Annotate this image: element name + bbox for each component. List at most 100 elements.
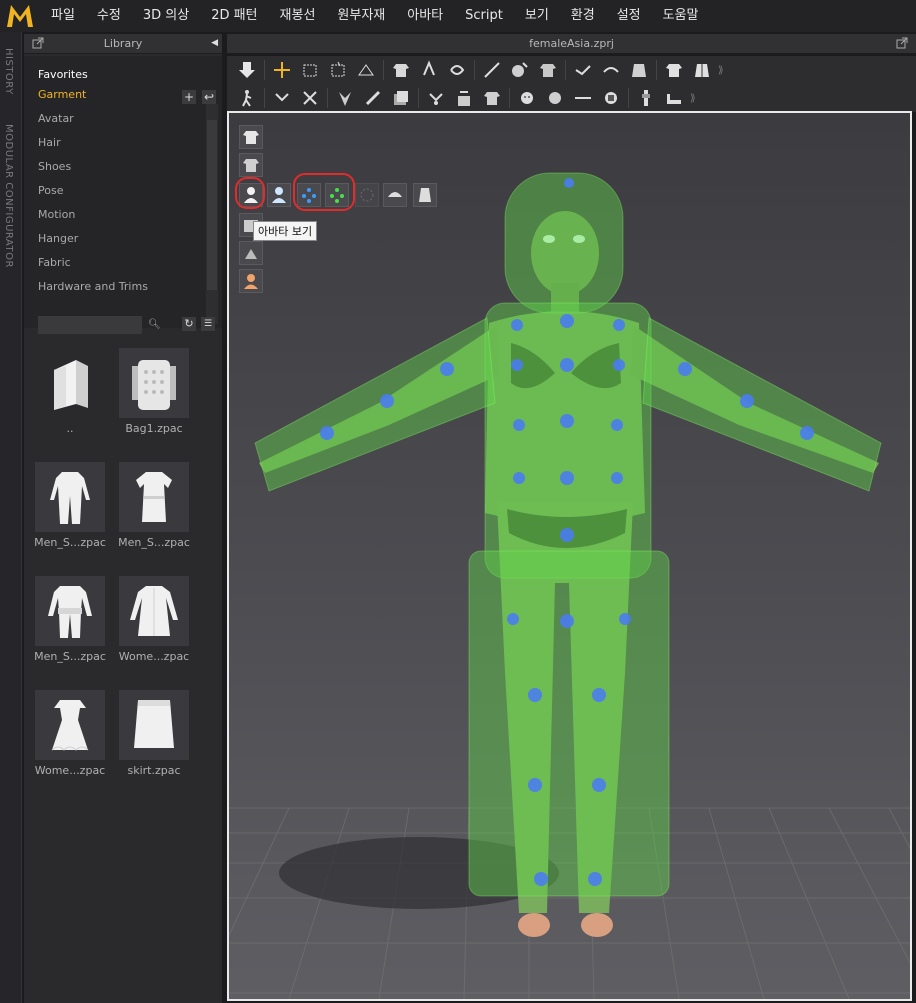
button-tool-button[interactable] — [513, 86, 541, 110]
library-file-item[interactable]: Men_S...zpac — [30, 576, 110, 663]
menu-file[interactable]: 파일 — [40, 0, 86, 32]
add-favorite-button[interactable]: + — [182, 90, 196, 104]
show-garment-button[interactable] — [239, 125, 263, 149]
menu-edit[interactable]: 수정 — [86, 0, 132, 32]
show-avatar-measure-button[interactable] — [413, 183, 437, 207]
tack-tool-button[interactable] — [443, 58, 471, 82]
lib-item-favorites[interactable]: Favorites — [38, 68, 88, 81]
garment-view-button[interactable] — [660, 58, 688, 82]
collapse-left-icon[interactable]: ◀ — [211, 38, 218, 48]
free-sewing-button[interactable] — [597, 58, 625, 82]
arrangement-button[interactable] — [506, 58, 534, 82]
scrollbar-thumb[interactable] — [207, 120, 217, 290]
file-label: .. — [66, 422, 74, 435]
menu-script[interactable]: Script — [454, 0, 514, 32]
garment-render-mode-button[interactable] — [239, 153, 263, 177]
library-file-item[interactable]: skirt.zpac — [114, 690, 194, 777]
toolbar-row-1: ⟫ — [227, 56, 916, 84]
refresh-button[interactable]: ↻ — [182, 317, 196, 331]
lib-item-garment[interactable]: Garment — [38, 88, 86, 101]
list-view-button[interactable]: ☰ — [201, 317, 215, 331]
lib-item-avatar[interactable]: Avatar — [38, 112, 74, 125]
library-file-item[interactable]: Wome...zpac — [30, 690, 110, 777]
tape-button[interactable] — [660, 86, 688, 110]
lib-item-motion[interactable]: Motion — [38, 208, 75, 221]
back-button[interactable]: ↩ — [202, 90, 216, 104]
menu-2d-pattern[interactable]: 2D 패턴 — [200, 0, 268, 32]
buttonhole-button[interactable] — [541, 86, 569, 110]
topstitch-icon — [575, 97, 591, 99]
library-file-item[interactable]: .. — [30, 348, 110, 435]
toolbar-divider — [628, 88, 629, 108]
search-icon[interactable]: 🔍︎ — [148, 319, 161, 330]
free-sewing-icon — [603, 67, 619, 73]
show-skeleton-button[interactable] — [355, 183, 379, 207]
pleat-button[interactable] — [625, 58, 653, 82]
lasso-select-button[interactable] — [324, 58, 352, 82]
avatar-view-tooltip: 아바타 보기 — [253, 221, 318, 241]
3d-scene[interactable] — [229, 113, 910, 999]
menu-preferences[interactable]: 환경 — [560, 0, 606, 32]
popout-icon[interactable] — [32, 37, 44, 49]
avatar-surface-button[interactable] — [267, 183, 291, 207]
library-file-item[interactable]: Bag1.zpac — [114, 348, 194, 435]
avatar-xray-button[interactable] — [239, 241, 263, 265]
snap-icon — [605, 92, 617, 104]
toolbar-divider — [474, 60, 475, 80]
popout-icon[interactable] — [896, 37, 908, 49]
tape-icon — [667, 94, 681, 104]
box-select-button[interactable] — [296, 58, 324, 82]
pleat-icon — [632, 64, 646, 77]
menu-help[interactable]: 도움말 — [652, 0, 710, 32]
avatar-pose-button[interactable] — [233, 86, 261, 110]
pin-tool-button[interactable] — [415, 58, 443, 82]
segment-tool-button[interactable] — [569, 58, 597, 82]
fold-tool-button[interactable] — [352, 58, 380, 82]
app-logo[interactable] — [0, 0, 40, 32]
avatar-skin-button[interactable] — [239, 269, 263, 293]
strengthen-button[interactable] — [359, 86, 387, 110]
menu-view[interactable]: 보기 — [514, 0, 560, 32]
library-title: Library — [103, 37, 143, 50]
garment-mirror-button[interactable] — [688, 58, 716, 82]
modular-configurator-tab[interactable]: MODULAR CONFIGURATOR — [3, 124, 14, 268]
trim-icon — [484, 92, 500, 105]
show-shoes-button[interactable] — [383, 183, 407, 207]
skeleton-icon — [360, 188, 374, 202]
menu-3d-garment[interactable]: 3D 의상 — [132, 0, 200, 32]
library-search-input[interactable] — [38, 316, 142, 334]
measure-tool-button[interactable] — [478, 58, 506, 82]
texture-tool-button[interactable] — [422, 86, 450, 110]
lib-item-hanger[interactable]: Hanger — [38, 232, 78, 245]
graphic-tool-button[interactable] — [450, 86, 478, 110]
snap-button[interactable] — [597, 86, 625, 110]
toolbar-overflow-icon[interactable]: ⟫ — [690, 93, 696, 104]
layer-button[interactable] — [387, 86, 415, 110]
lib-item-pose[interactable]: Pose — [38, 184, 63, 197]
menu-avatar[interactable]: 아바타 — [396, 0, 454, 32]
toolbar-overflow-icon[interactable]: ⟫ — [718, 65, 724, 76]
edit-sewing-button[interactable] — [268, 86, 296, 110]
garment-select-button[interactable] — [387, 58, 415, 82]
cut-tool-button[interactable] — [296, 86, 324, 110]
history-tab[interactable]: HISTORY — [3, 48, 14, 95]
simulate-button[interactable] — [233, 58, 261, 82]
library-file-item[interactable]: Men_S...zpac — [30, 462, 110, 549]
menu-sewing[interactable]: 재봉선 — [269, 0, 327, 32]
lib-item-hair[interactable]: Hair — [38, 136, 61, 149]
3d-viewport[interactable]: 아바타 보기 — [227, 111, 912, 1001]
library-scrollbar[interactable] — [206, 104, 218, 324]
move-tool-button[interactable] — [268, 58, 296, 82]
trim-tool-button[interactable] — [478, 86, 506, 110]
zipper-button[interactable] — [632, 86, 660, 110]
fold-arrange-button[interactable] — [331, 86, 359, 110]
lib-item-shoes[interactable]: Shoes — [38, 160, 71, 173]
menu-materials[interactable]: 원부자재 — [326, 0, 396, 32]
topstitch-button[interactable] — [569, 86, 597, 110]
fitting-button[interactable] — [534, 58, 562, 82]
menu-settings[interactable]: 설정 — [606, 0, 652, 32]
library-file-item[interactable]: Men_S...zpac — [114, 462, 194, 549]
lib-item-fabric[interactable]: Fabric — [38, 256, 71, 269]
lib-item-hardware-trims[interactable]: Hardware and Trims — [38, 280, 148, 293]
library-file-item[interactable]: Wome...zpac — [114, 576, 194, 663]
